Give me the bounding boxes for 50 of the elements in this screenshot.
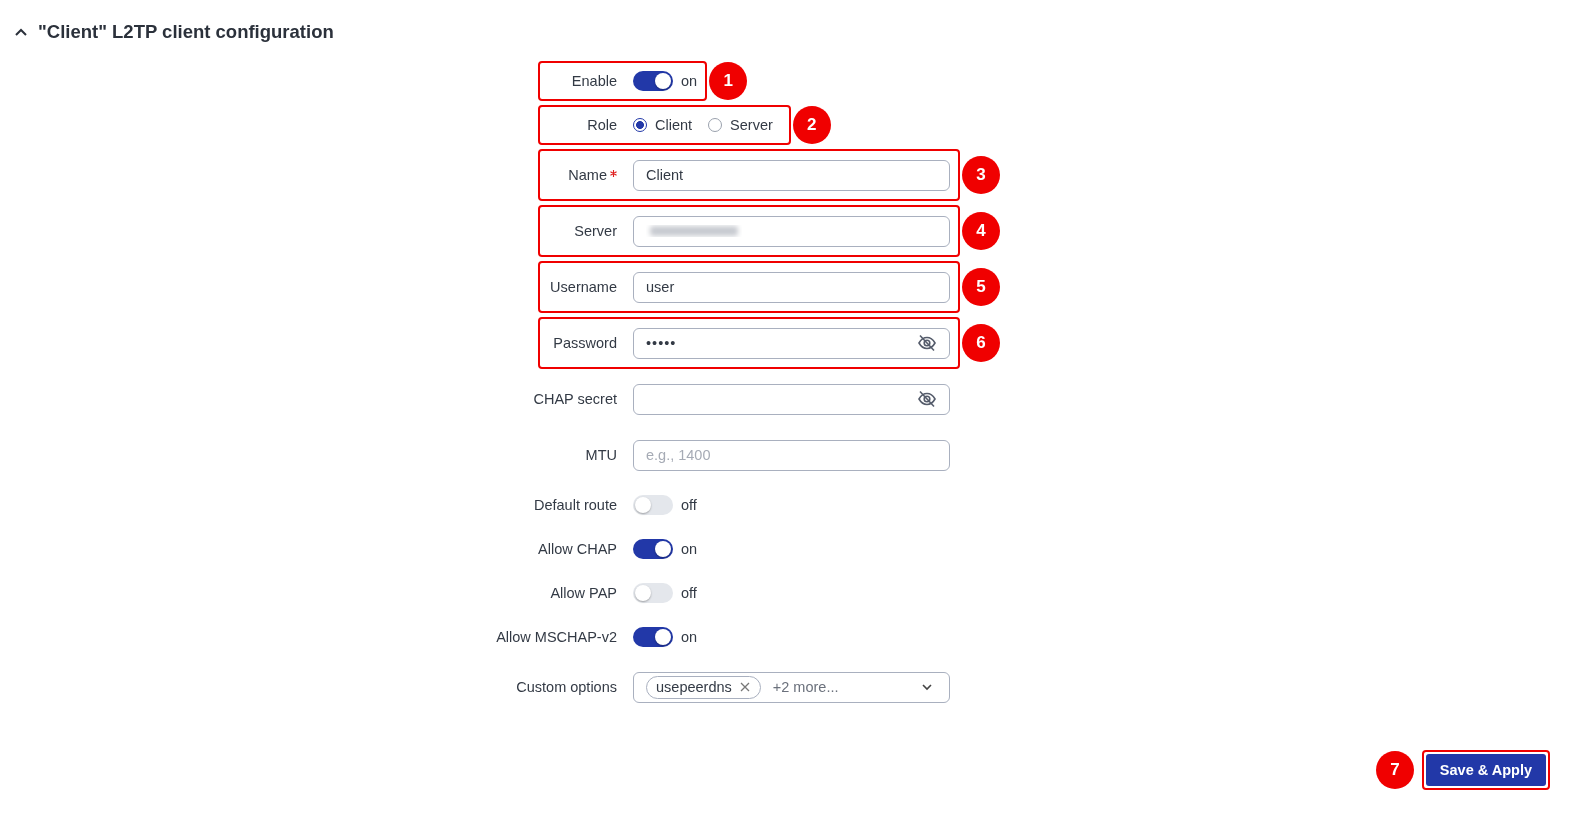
more-count: +2 more... xyxy=(772,679,839,695)
step-badge: 2 xyxy=(792,106,831,144)
toggle-state: on xyxy=(681,541,698,557)
placeholder-text: e.g., 1400 xyxy=(646,447,711,463)
toggle-switch[interactable] xyxy=(633,539,673,559)
toggle-switch[interactable] xyxy=(633,495,673,515)
toggle-state: off xyxy=(681,585,697,601)
field-label: Enable xyxy=(571,73,617,89)
field-label: Username xyxy=(550,279,617,295)
remove-icon[interactable] xyxy=(739,682,750,692)
select-field[interactable]: usepeerdns +2 more... xyxy=(633,671,950,703)
field-label: Name xyxy=(568,167,607,183)
required-icon xyxy=(610,170,617,177)
toggle-state: on xyxy=(681,629,698,645)
input-field[interactable]: Client xyxy=(633,159,950,191)
step-badge: 5 xyxy=(962,268,1000,306)
section-title: "Client" L2TP client configuration xyxy=(38,21,334,43)
radio-label[interactable]: Server xyxy=(730,117,773,133)
step-badge: 7 xyxy=(1375,751,1414,789)
step-badge: 6 xyxy=(962,324,1000,362)
save-button[interactable]: Save & Apply xyxy=(1425,754,1546,786)
toggle-switch[interactable] xyxy=(633,71,673,91)
collapse-icon[interactable] xyxy=(14,27,28,37)
toggle-state: off xyxy=(681,497,697,513)
field-label: MTU xyxy=(585,447,617,463)
input-field[interactable]: user xyxy=(633,271,950,303)
password-field[interactable]: ••••• xyxy=(633,327,950,359)
hide-password-icon[interactable] xyxy=(917,390,937,408)
field-label: Allow CHAP xyxy=(538,541,617,557)
toggle-state: on xyxy=(681,73,698,89)
field-label: CHAP secret xyxy=(533,391,617,407)
step-badge: 4 xyxy=(962,212,1000,250)
input-field[interactable] xyxy=(633,215,950,247)
hide-password-icon[interactable] xyxy=(917,334,937,352)
step-badge: 3 xyxy=(962,156,1000,194)
password-dots: ••••• xyxy=(646,335,677,351)
step-badge: 1 xyxy=(709,62,748,100)
field-label: Role xyxy=(587,117,617,133)
field-label: Password xyxy=(553,335,617,351)
toggle-switch[interactable] xyxy=(633,583,673,603)
radio-label[interactable]: Client xyxy=(655,117,693,133)
toggle-switch[interactable] xyxy=(633,627,673,647)
dropdown-icon[interactable] xyxy=(921,683,933,691)
field-label: Allow PAP xyxy=(550,585,617,601)
field-label: Server xyxy=(574,223,617,239)
field-label: Default route xyxy=(533,497,617,513)
password-field[interactable] xyxy=(633,383,950,415)
field-label: Custom options xyxy=(516,679,617,695)
field-label: Allow MSCHAP-v2 xyxy=(496,629,617,645)
radio-button[interactable] xyxy=(633,118,647,132)
